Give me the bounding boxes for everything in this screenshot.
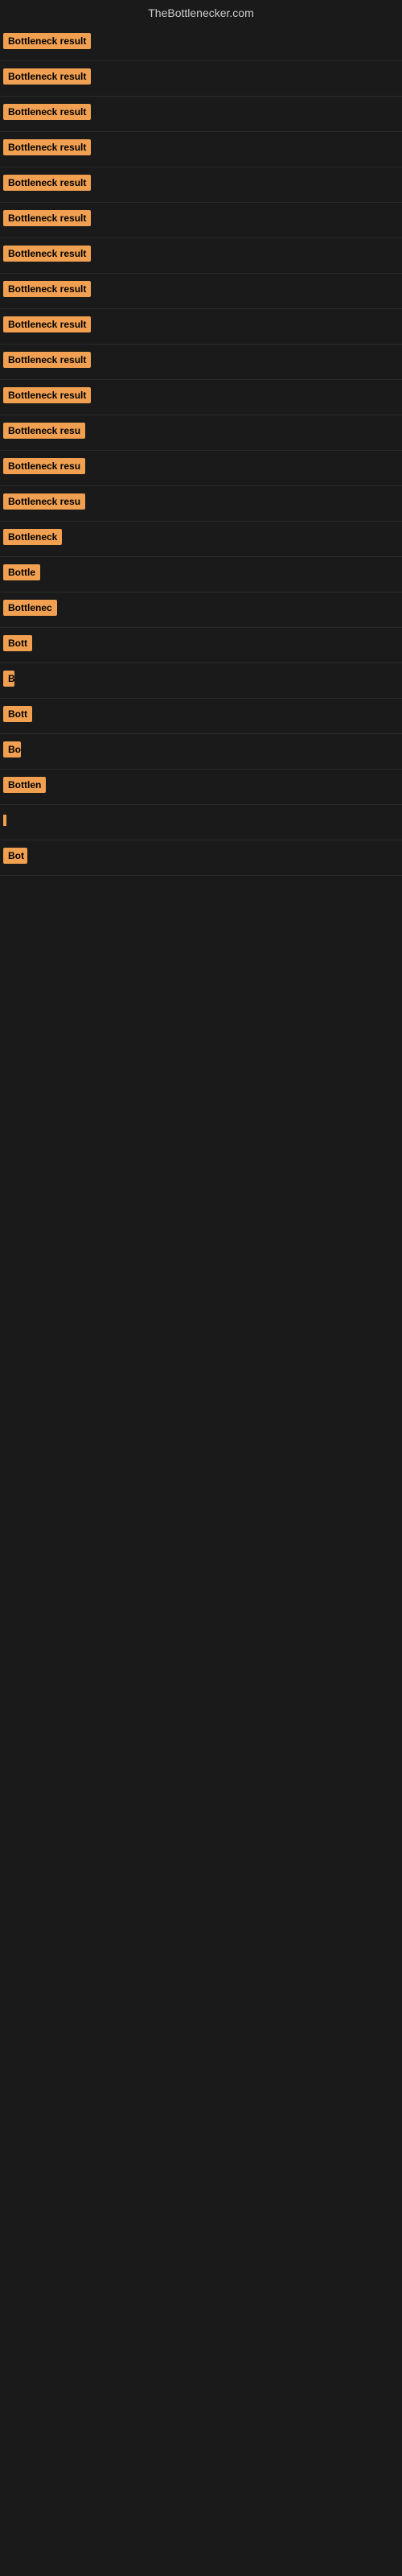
table-row: Bottleneck result [0,132,402,167]
bottleneck-result-badge[interactable]: Bottleneck result [3,281,91,297]
bottleneck-result-badge[interactable]: Bottleneck result [3,33,91,49]
bottleneck-result-badge[interactable]: Bottleneck result [3,316,91,332]
bottleneck-result-badge[interactable]: B [3,671,14,687]
bottleneck-result-badge[interactable]: Bottleneck [3,529,62,545]
table-row: Bottleneck resu [0,415,402,451]
bottleneck-result-badge[interactable]: Bottleneck resu [3,493,85,510]
table-row: Bottleneck resu [0,451,402,486]
table-row: Bottleneck result [0,167,402,203]
bottleneck-result-badge[interactable]: Bottleneck result [3,68,91,85]
bottleneck-result-badge[interactable]: Bo [3,741,21,758]
table-row: Bottleneck result [0,61,402,97]
table-row: Bottleneck result [0,345,402,380]
table-row: Bottleneck result [0,203,402,238]
table-row: Bott [0,699,402,734]
bottleneck-result-badge [3,815,6,826]
bottleneck-result-badge[interactable]: Bottleneck result [3,175,91,191]
table-row: Bottleneck resu [0,486,402,522]
bottleneck-result-badge[interactable]: Bottleneck result [3,352,91,368]
table-row: Bottleneck result [0,274,402,309]
table-row: Bottleneck result [0,238,402,274]
bottleneck-result-badge[interactable]: Bottleneck result [3,104,91,120]
table-row: Bottlen [0,770,402,805]
bottleneck-result-badge[interactable]: Bottlen [3,777,46,793]
bottleneck-result-badge[interactable]: Bottlenec [3,600,57,616]
bottleneck-result-badge[interactable]: Bottleneck resu [3,423,85,439]
table-row: Bo [0,734,402,770]
table-row: Bottlenec [0,592,402,628]
bottom-spacer [0,876,402,2325]
table-row: Bottleneck result [0,309,402,345]
bottleneck-result-badge[interactable]: Bottle [3,564,40,580]
bottleneck-result-badge[interactable]: Bot [3,848,27,864]
bottleneck-result-badge[interactable]: Bott [3,635,32,651]
bottleneck-result-badge[interactable]: Bott [3,706,32,722]
table-row [0,805,402,840]
bottleneck-result-badge[interactable]: Bottleneck resu [3,458,85,474]
bottleneck-result-badge[interactable]: Bottleneck result [3,246,91,262]
table-row: Bottleneck result [0,380,402,415]
bottleneck-result-badge[interactable]: Bottleneck result [3,139,91,155]
bottleneck-result-badge[interactable]: Bottleneck result [3,387,91,403]
table-row: Bottleneck [0,522,402,557]
table-row: Bottleneck result [0,97,402,132]
bottleneck-result-badge[interactable]: Bottleneck result [3,210,91,226]
site-title: TheBottlenecker.com [0,0,402,26]
table-row: Bot [0,840,402,876]
table-row: B [0,663,402,699]
table-row: Bottleneck result [0,26,402,61]
table-row: Bottle [0,557,402,592]
table-row: Bott [0,628,402,663]
